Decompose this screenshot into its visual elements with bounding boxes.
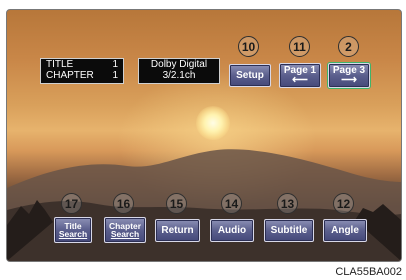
callout-12: 12 xyxy=(333,193,354,214)
chapter-search-label-2: Search xyxy=(110,229,140,239)
figure-code: CLA55BA002 xyxy=(335,266,402,278)
subtitle-label: Subtitle xyxy=(270,224,308,236)
chapter-search-button[interactable]: Chapter Search xyxy=(104,217,146,243)
title-chapter-info: TITLE 1 CHAPTER 1 xyxy=(40,58,124,84)
callout-14: 14 xyxy=(221,193,242,214)
callout-13-number: 13 xyxy=(280,196,295,211)
callout-12-number: 12 xyxy=(336,196,351,211)
page1-button[interactable]: Page 1 ⟵ xyxy=(279,63,321,88)
callout-2-number: 2 xyxy=(345,39,352,54)
callout-16: 16 xyxy=(113,193,134,214)
callout-16-number: 16 xyxy=(116,196,131,211)
return-button[interactable]: Return xyxy=(155,219,200,242)
setup-button[interactable]: Setup xyxy=(229,64,271,87)
callout-15: 15 xyxy=(166,193,187,214)
left-arrow-icon: ⟵ xyxy=(292,74,308,86)
callout-13: 13 xyxy=(277,193,298,214)
callout-11-number: 11 xyxy=(293,39,306,54)
callout-10: 10 xyxy=(238,36,259,57)
title-row: TITLE 1 xyxy=(41,59,123,70)
audio-format-line1: Dolby Digital xyxy=(150,59,208,70)
page3-button[interactable]: Page 3 ⟶ xyxy=(328,63,370,88)
chapter-value: 1 xyxy=(112,70,118,81)
angle-button[interactable]: Angle xyxy=(323,219,367,242)
title-value: 1 xyxy=(112,59,118,70)
subtitle-button[interactable]: Subtitle xyxy=(264,219,314,242)
chapter-row: CHAPTER 1 xyxy=(41,70,123,81)
title-search-button[interactable]: Title Search xyxy=(54,217,92,243)
callout-2: 2 xyxy=(338,36,359,57)
audio-format-info: Dolby Digital 3/2.1ch xyxy=(138,58,220,84)
dvd-screen: TITLE 1 CHAPTER 1 Dolby Digital 3/2.1ch … xyxy=(6,9,402,262)
title-label: TITLE xyxy=(46,59,74,70)
callout-11: 11 xyxy=(289,36,310,57)
callout-10-number: 10 xyxy=(241,39,256,54)
callout-14-number: 14 xyxy=(224,196,239,211)
return-label: Return xyxy=(161,224,194,236)
title-search-label-2: Search xyxy=(58,229,88,239)
setup-label: Setup xyxy=(236,69,264,81)
callout-17-number: 17 xyxy=(64,196,79,211)
callout-17: 17 xyxy=(61,193,82,214)
angle-label: Angle xyxy=(331,224,359,236)
audio-button[interactable]: Audio xyxy=(210,219,254,242)
audio-label: Audio xyxy=(217,224,247,236)
right-arrow-icon: ⟶ xyxy=(341,74,357,86)
callout-15-number: 15 xyxy=(169,196,184,211)
chapter-label: CHAPTER xyxy=(46,70,94,81)
audio-format-line2: 3/2.1ch xyxy=(162,70,196,81)
